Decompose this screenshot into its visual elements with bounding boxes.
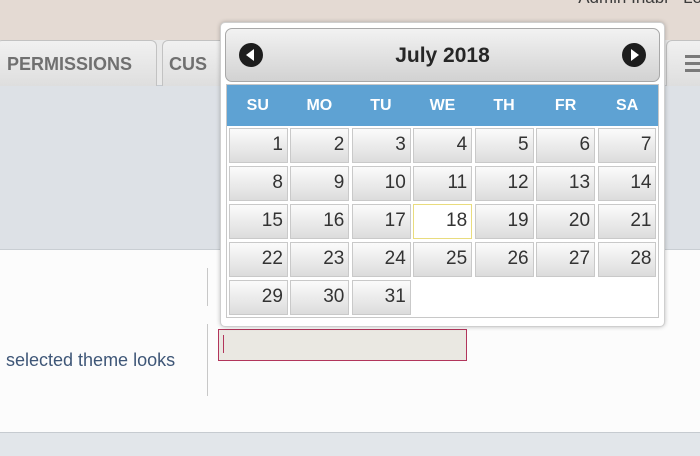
day-cell[interactable]: 31 <box>351 280 411 315</box>
tab-permissions[interactable]: PERMISSIONS <box>0 40 157 86</box>
user-menu-link[interactable]: Admin Inabl · Lo <box>578 0 700 8</box>
weekday-label: TH <box>493 97 515 114</box>
calendar-week-row: 29 30 31 <box>229 280 659 318</box>
day-cell[interactable]: 13 <box>536 166 596 201</box>
footer-strip <box>0 432 700 456</box>
day-cell[interactable]: 25 <box>413 242 473 277</box>
day-grid: 1 2 3 4 5 6 7 8 9 10 11 12 13 14 15 16 17 18 19 20 21 22 23 24 2… <box>229 128 659 318</box>
day-cell[interactable]: 17 <box>351 204 411 239</box>
arrow-left-icon <box>246 49 254 61</box>
next-month-button[interactable] <box>622 43 646 67</box>
weekday-label: SU <box>246 97 269 114</box>
weekday-label: WE <box>429 97 456 114</box>
day-cell[interactable]: 24 <box>351 242 411 277</box>
day-cell[interactable]: 20 <box>536 204 596 239</box>
day-cell[interactable]: 15 <box>229 204 288 239</box>
day-cell[interactable]: 2 <box>290 128 350 163</box>
day-cell[interactable]: 6 <box>536 128 596 163</box>
weekday-label: MO <box>306 97 333 114</box>
weekday-header-row: SU MO TU WE TH FR SA <box>227 85 658 126</box>
text-caret <box>223 335 224 353</box>
calendar-table: SU MO TU WE TH FR SA 1 2 3 4 5 6 7 8 9 10 11 12 13 14… <box>226 84 659 318</box>
hamburger-icon <box>685 55 700 58</box>
calendar-week-row: 15 16 17 18 19 20 21 <box>229 204 659 242</box>
day-cell[interactable]: 16 <box>290 204 350 239</box>
day-cell[interactable]: 28 <box>597 242 657 277</box>
hamburger-icon <box>685 69 700 72</box>
prev-month-button[interactable] <box>239 43 263 67</box>
datepicker-header: July 2018 <box>225 28 660 82</box>
day-cell[interactable]: 18 <box>413 204 473 239</box>
day-cell[interactable]: 9 <box>290 166 350 201</box>
day-cell[interactable]: 27 <box>536 242 596 277</box>
column-divider <box>207 324 208 396</box>
day-cell[interactable]: 5 <box>474 128 534 163</box>
column-divider <box>207 268 208 306</box>
day-cell[interactable]: 26 <box>474 242 534 277</box>
day-cell[interactable]: 12 <box>474 166 534 201</box>
day-cell[interactable]: 21 <box>597 204 657 239</box>
day-cell[interactable]: 8 <box>229 166 288 201</box>
arrow-right-icon <box>631 49 639 61</box>
datepicker-popup: July 2018 SU MO TU WE TH FR SA 123456789… <box>220 22 665 327</box>
day-cell[interactable]: 14 <box>597 166 657 201</box>
weekday-label: SA <box>616 97 639 114</box>
day-cell[interactable]: 4 <box>413 128 473 163</box>
date-input-field[interactable] <box>218 329 467 361</box>
day-cell[interactable]: 7 <box>597 128 657 163</box>
day-cell[interactable]: 1 <box>229 128 288 163</box>
calendar-week-row: 22 23 24 25 26 27 28 <box>229 242 659 280</box>
day-cell[interactable]: 19 <box>474 204 534 239</box>
calendar-week-row: 8 9 10 11 12 13 14 <box>229 166 659 204</box>
day-cell[interactable]: 30 <box>290 280 350 315</box>
day-cell[interactable]: 3 <box>351 128 411 163</box>
month-year-title: July 2018 <box>395 44 490 67</box>
field-description: selected theme looks <box>6 350 176 370</box>
hamburger-icon <box>685 62 700 65</box>
day-cell[interactable]: 22 <box>229 242 288 277</box>
calendar-week-row: 1234567 <box>229 128 659 166</box>
hamburger-menu-button[interactable] <box>666 40 700 86</box>
day-cell[interactable]: 23 <box>290 242 350 277</box>
day-cell[interactable]: 11 <box>413 166 473 201</box>
weekday-label: FR <box>554 97 577 114</box>
day-cell[interactable]: 29 <box>229 280 288 315</box>
day-cell[interactable]: 10 <box>351 166 411 201</box>
weekday-label: TU <box>370 97 392 114</box>
